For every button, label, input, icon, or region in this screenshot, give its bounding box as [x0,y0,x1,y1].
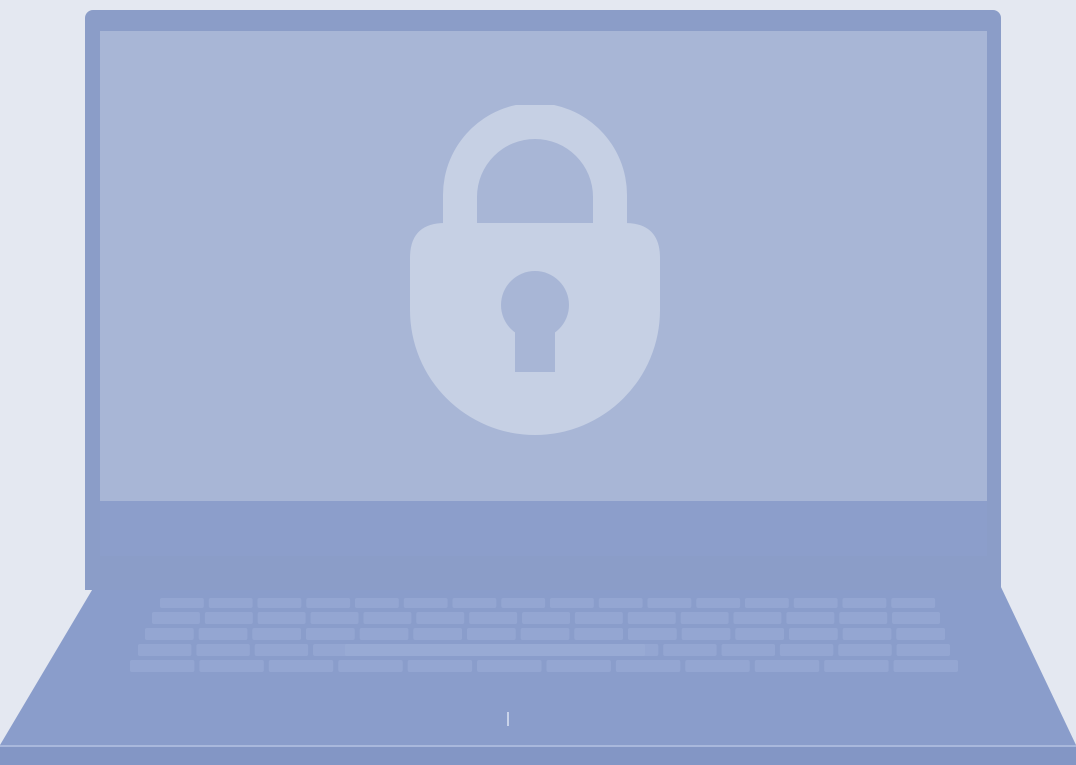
keyboard-key [198,628,248,640]
keyboard-key [257,598,302,608]
keyboard-key [896,628,945,640]
keyboard-key [130,660,195,672]
keyboard-key [733,612,782,624]
keyboard-key [152,612,200,624]
keyboard-key [842,598,887,608]
keyboard-key [627,612,676,624]
keyboard-key [160,598,204,608]
keyboard-key [839,612,888,624]
keyboard-key [138,644,192,656]
keyboard-key [407,660,473,672]
keyboard-key [574,612,623,624]
laptop-illustration [0,0,1076,765]
keyboard-key [793,598,838,608]
keyboard-key [598,598,643,608]
keyboard-key [467,628,516,640]
keyboard-key [196,644,250,656]
keyboard-key [145,628,194,640]
keyboard-key [681,628,731,640]
keyboard-key [522,612,570,624]
keyboard-key [685,660,750,672]
keyboard-key [754,660,820,672]
lock-icon [410,105,660,435]
space-bar-key [345,644,645,656]
keyboard-key [896,644,950,656]
keyboard-key [789,628,838,640]
keyboard-key [204,612,253,624]
keyboard-key [355,598,399,608]
keyboard-key [363,612,412,624]
keyboard-key [574,628,623,640]
keyboard-key [338,660,403,672]
keyboard-key [893,660,958,672]
keyboard-key [477,660,542,672]
keyboard-key [546,660,611,672]
keyboard-key [721,644,775,656]
keyboard-key [254,644,309,656]
keyboard-key [208,598,253,608]
laptop-bezel-bottom [100,501,987,556]
keyboard-key [413,628,462,640]
keyboard-key [520,628,570,640]
keyboard-key [310,612,359,624]
keyboard-key [501,598,546,608]
keyboard-key [842,628,892,640]
keyboard-key [252,628,301,640]
keyboard-key [838,644,892,656]
keyboard-key [663,644,717,656]
keyboard-key [891,598,936,608]
keyboard-key [824,660,889,672]
keyboard-key [452,598,497,608]
keyboard-key [745,598,789,608]
keyboard-key [786,612,835,624]
keyboard-key [306,628,355,640]
keyboard-key [199,660,264,672]
keyboard-key [550,598,594,608]
keyboard-key [628,628,677,640]
keyboard-key [892,612,940,624]
keyboard-key [469,612,518,624]
keyboard-key [416,612,465,624]
keyboard-key [647,598,692,608]
keyboard-key [735,628,784,640]
keyboard-key [306,598,351,608]
keyboard-key [257,612,306,624]
keyboard-key [696,598,741,608]
keyboard-key [680,612,729,624]
keyboard-key [359,628,409,640]
keyboard-key [779,644,834,656]
keyboard-key [403,598,448,608]
keyboard-key [268,660,334,672]
keyboard-key [615,660,681,672]
